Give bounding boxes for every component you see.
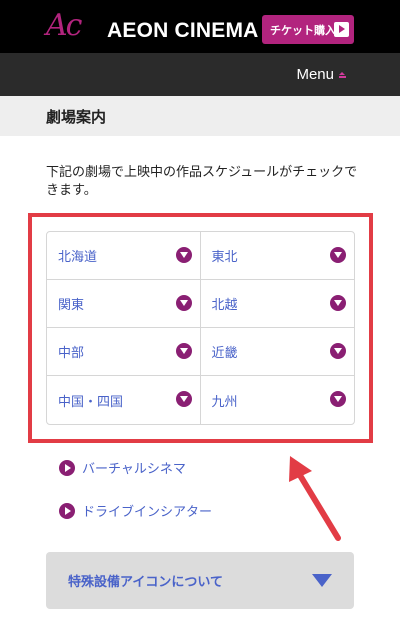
menu-button[interactable]: Menu [296, 66, 334, 83]
facility-icons-accordion[interactable]: 特殊設備アイコンについて [46, 552, 354, 609]
region-label: 東北 [211, 250, 238, 265]
section-header: 劇場案内 [0, 96, 400, 136]
menu-toggle-icon[interactable] [339, 72, 346, 78]
region-label: 北海道 [58, 250, 98, 265]
chevron-right-icon [59, 502, 75, 519]
virtual-cinema-link[interactable]: バーチャルシネマ [59, 458, 186, 477]
chevron-down-icon[interactable] [175, 247, 192, 263]
annotation-arrow-icon [289, 456, 341, 541]
intro-text: 下記の劇場で上映中の作品スケジュールがチェックできます。 [46, 165, 358, 198]
chevron-down-icon[interactable] [175, 343, 192, 359]
menu-bar: Menu [0, 53, 400, 96]
chevron-right-icon [334, 22, 349, 37]
region-kinki[interactable]: 近畿 [200, 328, 354, 376]
triangle-down-icon[interactable] [312, 574, 332, 588]
region-label: 中部 [58, 346, 85, 361]
region-chugoku-shikoku[interactable]: 中国・四国 [47, 376, 201, 424]
region-kanto[interactable]: 関東 [47, 280, 201, 328]
drive-in-theater-label: ドライブインシアター [82, 505, 213, 520]
region-hokuetsu[interactable]: 北越 [200, 280, 354, 328]
region-chubu[interactable]: 中部 [47, 328, 201, 376]
chevron-right-icon [59, 459, 75, 476]
region-label: 北越 [211, 298, 238, 313]
region-grid: 北海道 東北 関東 北越 中部 近畿 中国・四国 九州 [46, 231, 355, 425]
region-label: 近畿 [211, 346, 238, 361]
chevron-down-icon[interactable] [330, 295, 346, 311]
facility-icons-label: 特殊設備アイコンについて [68, 575, 223, 590]
drive-in-theater-link[interactable]: ドライブインシアター [59, 501, 212, 520]
chevron-down-icon[interactable] [175, 295, 192, 311]
region-label: 関東 [58, 298, 85, 313]
ticket-purchase-button[interactable]: チケット購入 [262, 15, 354, 44]
page-title: 劇場案内 [46, 108, 107, 126]
region-label: 中国・四国 [58, 394, 124, 410]
ticket-purchase-label: チケット購入 [270, 23, 336, 37]
chevron-down-icon[interactable] [175, 391, 192, 407]
top-bar: Ac AEON CINEMA チケット購入 [0, 0, 400, 53]
chevron-down-icon[interactable] [330, 247, 346, 263]
virtual-cinema-label: バーチャルシネマ [82, 462, 186, 477]
chevron-down-icon[interactable] [330, 391, 346, 407]
region-kyushu[interactable]: 九州 [201, 376, 355, 424]
region-tohoku[interactable]: 東北 [200, 232, 354, 280]
logo-mark[interactable]: Ac [46, 10, 82, 42]
logo-text[interactable]: AEON CINEMA [107, 18, 259, 44]
region-label: 九州 [211, 394, 238, 410]
region-hokkaido[interactable]: 北海道 [47, 232, 201, 280]
chevron-down-icon[interactable] [330, 343, 346, 359]
